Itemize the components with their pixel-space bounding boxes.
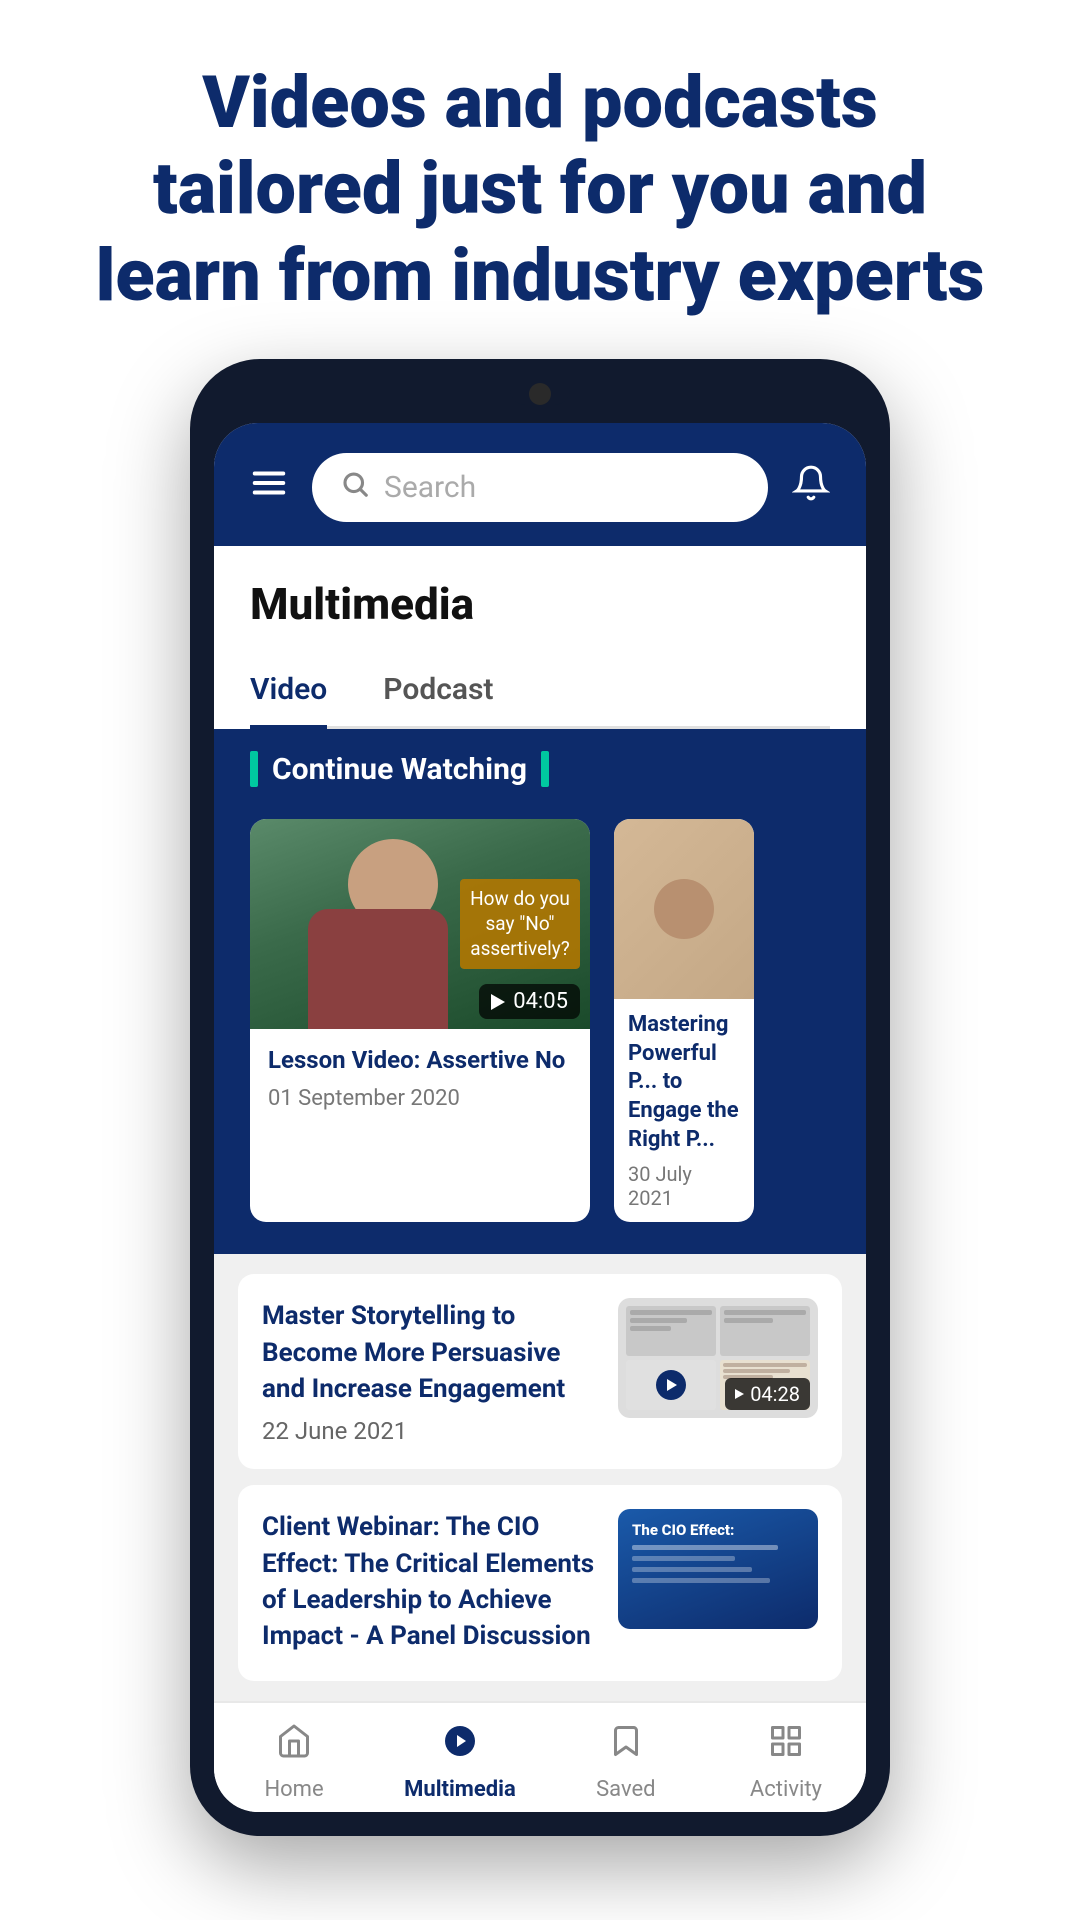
nav-label-activity: Activity <box>750 1777 822 1802</box>
cards-scroll: How do you say "No" assertively? 04:05 L… <box>214 809 866 1254</box>
video-card-info-1: Lesson Video: Assertive No 01 September … <box>250 1029 590 1131</box>
nav-item-home[interactable]: Home <box>244 1723 344 1802</box>
partial-title-2: Mastering Powerful P... to Engage the Ri… <box>628 1011 740 1154</box>
grid-icon <box>768 1723 804 1769</box>
list-item-1[interactable]: Master Storytelling to Become More Persu… <box>238 1274 842 1469</box>
hero-section: Videos and podcasts tailored just for yo… <box>0 0 1080 359</box>
video-thumb-1: How do you say "No" assertively? 04:05 <box>250 819 590 1029</box>
nav-label-multimedia: Multimedia <box>404 1777 516 1802</box>
app-header: Search <box>214 423 866 546</box>
search-placeholder: Search <box>384 470 476 505</box>
list-item-date-1: 22 June 2021 <box>262 1417 598 1445</box>
play-icon-1 <box>491 994 505 1010</box>
phone-notch <box>510 383 570 405</box>
list-item-title-2: Client Webinar: The CIO Effect: The Crit… <box>262 1509 598 1655</box>
tab-video[interactable]: Video <box>250 654 327 729</box>
duration-badge-1: 04:05 <box>479 984 580 1019</box>
search-icon <box>340 469 370 506</box>
nav-item-multimedia[interactable]: Multimedia <box>404 1723 516 1802</box>
phone-screen: Search Multimedia Video Podcast <box>214 423 866 1812</box>
nav-label-home: Home <box>264 1777 323 1802</box>
section-title: Multimedia <box>250 578 830 630</box>
nav-item-activity[interactable]: Activity <box>736 1723 836 1802</box>
nav-item-saved[interactable]: Saved <box>576 1723 676 1802</box>
continue-watching-title: Continue Watching <box>250 751 830 787</box>
video-thumb-2 <box>614 819 754 999</box>
partial-date-2: 30 July 2021 <box>628 1162 740 1210</box>
list-item-text-2: Client Webinar: The CIO Effect: The Crit… <box>262 1509 598 1665</box>
home-icon <box>276 1723 312 1769</box>
list-item-text-1: Master Storytelling to Become More Persu… <box>262 1298 598 1445</box>
list-section: Master Storytelling to Become More Persu… <box>214 1254 866 1701</box>
hamburger-icon[interactable] <box>250 464 288 511</box>
search-bar[interactable]: Search <box>312 453 768 522</box>
tab-podcast[interactable]: Podcast <box>383 654 493 726</box>
video-card-1[interactable]: How do you say "No" assertively? 04:05 L… <box>250 819 590 1222</box>
list-item-title-1: Master Storytelling to Become More Persu… <box>262 1298 598 1407</box>
tabs: Video Podcast <box>250 654 830 729</box>
video-card-date-1: 01 September 2020 <box>268 1086 572 1111</box>
overlay-text: How do you say "No" assertively? <box>460 879 580 969</box>
bookmark-icon <box>608 1723 644 1769</box>
list-thumb-1: 04:28 <box>618 1298 818 1418</box>
list-item-2[interactable]: Client Webinar: The CIO Effect: The Crit… <box>238 1485 842 1681</box>
bell-icon[interactable] <box>792 464 830 512</box>
hero-title: Videos and podcasts tailored just for yo… <box>80 60 1000 319</box>
nav-label-saved: Saved <box>596 1777 655 1802</box>
play-icon <box>442 1723 478 1769</box>
partial-info-2: Mastering Powerful P... to Engage the Ri… <box>614 999 754 1222</box>
continue-watching-section: Continue Watching <box>214 729 866 809</box>
multimedia-section: Multimedia Video Podcast <box>214 546 866 729</box>
thumb-duration-1: 04:28 <box>725 1378 810 1410</box>
bottom-nav: Home Multimedia Saved <box>214 1701 866 1812</box>
video-card-title-1: Lesson Video: Assertive No <box>268 1045 572 1076</box>
video-card-2[interactable]: Mastering Powerful P... to Engage the Ri… <box>614 819 754 1222</box>
phone-shell: Search Multimedia Video Podcast <box>190 359 890 1836</box>
list-thumb-2: The CIO Effect: <box>618 1509 818 1629</box>
